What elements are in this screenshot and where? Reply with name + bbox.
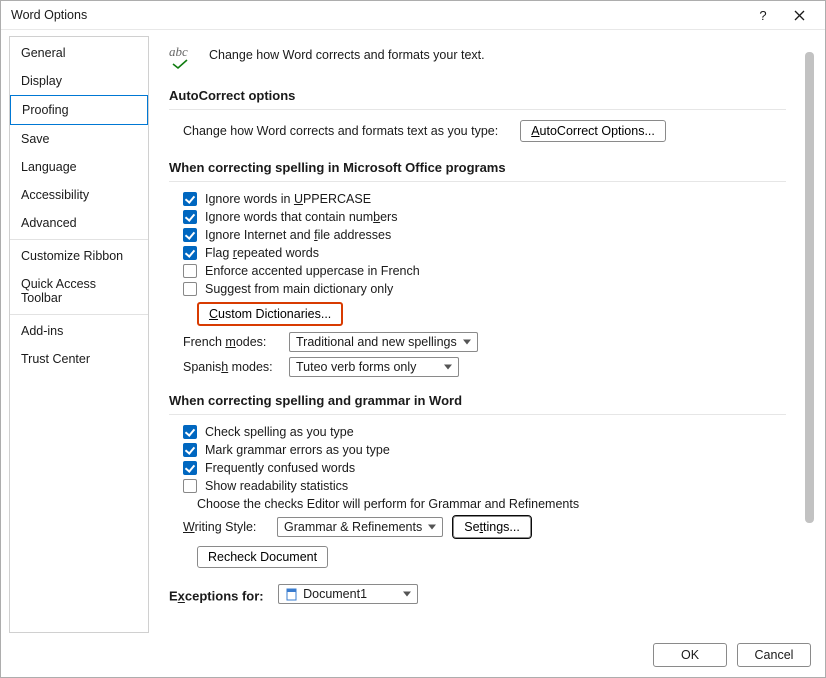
sidebar-item-general[interactable]: General xyxy=(10,39,148,67)
checkbox-label: Check spelling as you type xyxy=(205,425,354,439)
cancel-button[interactable]: Cancel xyxy=(737,643,811,667)
ok-button[interactable]: OK xyxy=(653,643,727,667)
close-button[interactable] xyxy=(781,1,817,30)
custom-dictionaries-button[interactable]: Custom Dictionaries... xyxy=(197,302,343,326)
checkbox-label: Mark grammar errors as you type xyxy=(205,443,390,457)
sidebar-item-qat[interactable]: Quick Access Toolbar xyxy=(10,270,148,312)
close-icon xyxy=(794,10,805,21)
sidebar-item-addins[interactable]: Add-ins xyxy=(10,317,148,345)
checkbox-grammar-as-type[interactable] xyxy=(183,443,197,457)
french-modes-label: French modes: xyxy=(183,335,279,349)
sidebar-item-trust-center[interactable]: Trust Center xyxy=(10,345,148,373)
vertical-scrollbar[interactable] xyxy=(802,36,817,633)
checkbox-internet[interactable] xyxy=(183,228,197,242)
editor-checks-desc: Choose the checks Editor will perform fo… xyxy=(183,497,786,511)
checkbox-confused-words[interactable] xyxy=(183,461,197,475)
checkbox-label: Ignore Internet and file addresses xyxy=(205,228,391,242)
divider xyxy=(169,109,786,110)
spanish-modes-label: Spanish modes: xyxy=(183,360,279,374)
checkbox-label: Suggest from main dictionary only xyxy=(205,282,393,296)
dialog-title: Word Options xyxy=(11,8,745,22)
writing-style-select[interactable]: Grammar & Refinements xyxy=(277,517,443,537)
sidebar-separator xyxy=(10,239,148,240)
checkbox-label: Show readability statistics xyxy=(205,479,348,493)
sidebar-item-accessibility[interactable]: Accessibility xyxy=(10,181,148,209)
checkbox-label: Frequently confused words xyxy=(205,461,355,475)
autocorrect-options-button[interactable]: AutoCorrect Options... xyxy=(520,120,666,142)
word-spell-heading: When correcting spelling and grammar in … xyxy=(169,393,786,408)
word-options-dialog: Word Options ? General Display Proofing … xyxy=(0,0,826,678)
scrollbar-thumb[interactable] xyxy=(805,52,814,523)
checkbox-uppercase[interactable] xyxy=(183,192,197,206)
checkbox-french-accent[interactable] xyxy=(183,264,197,278)
sidebar-item-advanced[interactable]: Advanced xyxy=(10,209,148,237)
checkbox-repeated[interactable] xyxy=(183,246,197,260)
checkbox-label: Ignore words that contain numbers xyxy=(205,210,397,224)
checkbox-numbers[interactable] xyxy=(183,210,197,224)
autocorrect-heading: AutoCorrect options xyxy=(169,88,786,103)
spanish-modes-select[interactable]: Tuteo verb forms only xyxy=(289,357,459,377)
writing-style-label: Writing Style: xyxy=(183,520,267,534)
dialog-footer: OK Cancel xyxy=(1,633,825,677)
sidebar-item-save[interactable]: Save xyxy=(10,125,148,153)
checkbox-label: Enforce accented uppercase in French xyxy=(205,264,420,278)
titlebar: Word Options ? xyxy=(1,1,825,30)
exceptions-row: Exceptions for: Document1 xyxy=(169,584,786,604)
sidebar-separator xyxy=(10,314,148,315)
divider xyxy=(169,181,786,182)
sidebar-item-language[interactable]: Language xyxy=(10,153,148,181)
autocorrect-desc: Change how Word corrects and formats tex… xyxy=(183,124,498,138)
checkbox-main-dict[interactable] xyxy=(183,282,197,296)
sidebar-item-display[interactable]: Display xyxy=(10,67,148,95)
french-modes-select[interactable]: Traditional and new spellings xyxy=(289,332,478,352)
exceptions-label: Exceptions for: xyxy=(169,589,264,604)
help-button[interactable]: ? xyxy=(745,1,781,30)
settings-button[interactable]: Settings... xyxy=(453,516,531,538)
checkbox-readability[interactable] xyxy=(183,479,197,493)
sidebar-item-customize-ribbon[interactable]: Customize Ribbon xyxy=(10,242,148,270)
checkbox-spell-as-type[interactable] xyxy=(183,425,197,439)
checkbox-label: Ignore words in UPPERCASE xyxy=(205,192,371,206)
options-content: abc Change how Word corrects and formats… xyxy=(157,36,802,633)
category-sidebar: General Display Proofing Save Language A… xyxy=(9,36,149,633)
recheck-document-button[interactable]: Recheck Document xyxy=(197,546,328,568)
proofing-icon: abc xyxy=(169,42,197,70)
exceptions-select[interactable]: Document1 xyxy=(278,584,418,604)
sidebar-item-proofing[interactable]: Proofing xyxy=(10,95,148,125)
checkbox-label: Flag repeated words xyxy=(205,246,319,260)
office-spell-heading: When correcting spelling in Microsoft Of… xyxy=(169,160,786,175)
document-icon xyxy=(285,588,298,601)
intro-text: Change how Word corrects and formats you… xyxy=(209,42,485,62)
divider xyxy=(169,414,786,415)
